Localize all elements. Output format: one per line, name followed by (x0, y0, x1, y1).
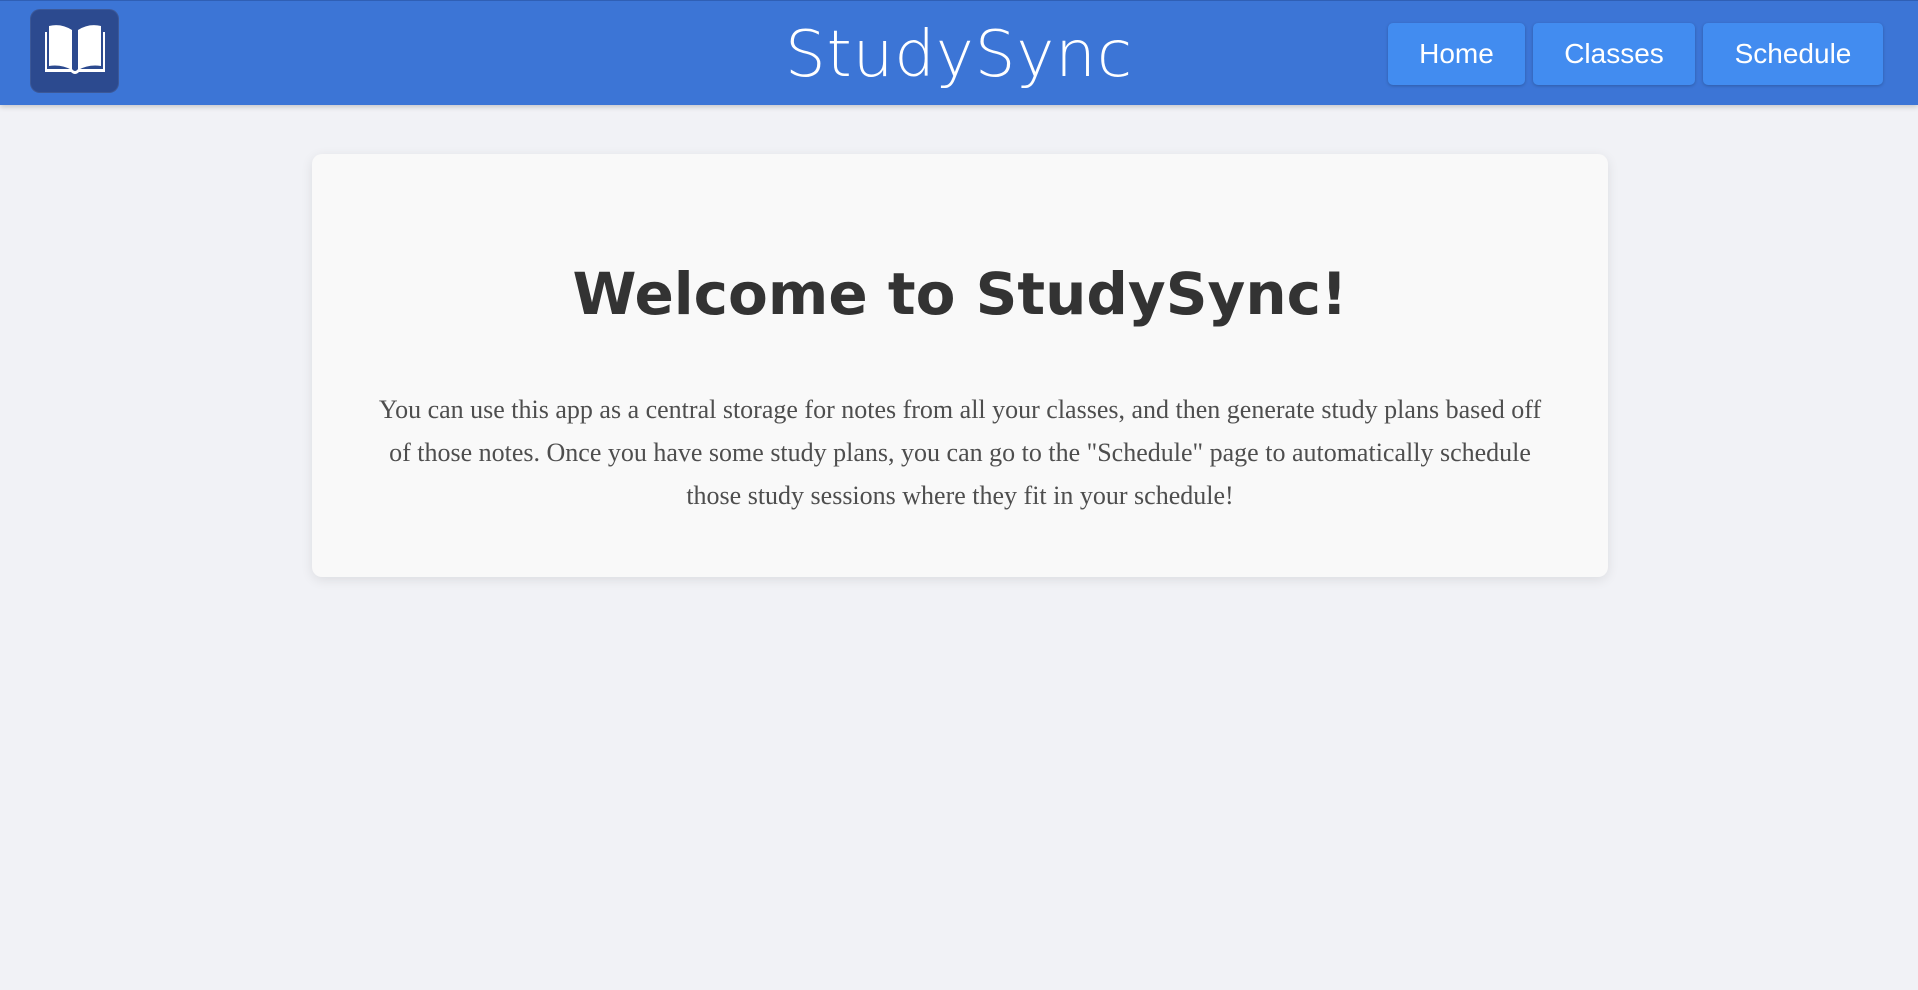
top-navbar: StudySync Home Classes Schedule (0, 0, 1918, 105)
main-nav: Home Classes Schedule (1388, 23, 1883, 85)
welcome-card: Welcome to StudySync! You can use this a… (312, 154, 1608, 577)
classes-button[interactable]: Classes (1533, 23, 1695, 85)
home-button[interactable]: Home (1388, 23, 1525, 85)
welcome-description: You can use this app as a central storag… (378, 395, 1542, 510)
app-logo[interactable] (30, 9, 119, 93)
welcome-heading: Welcome to StudySync! (572, 260, 1348, 328)
open-book-icon (43, 18, 107, 84)
schedule-button[interactable]: Schedule (1703, 23, 1883, 85)
